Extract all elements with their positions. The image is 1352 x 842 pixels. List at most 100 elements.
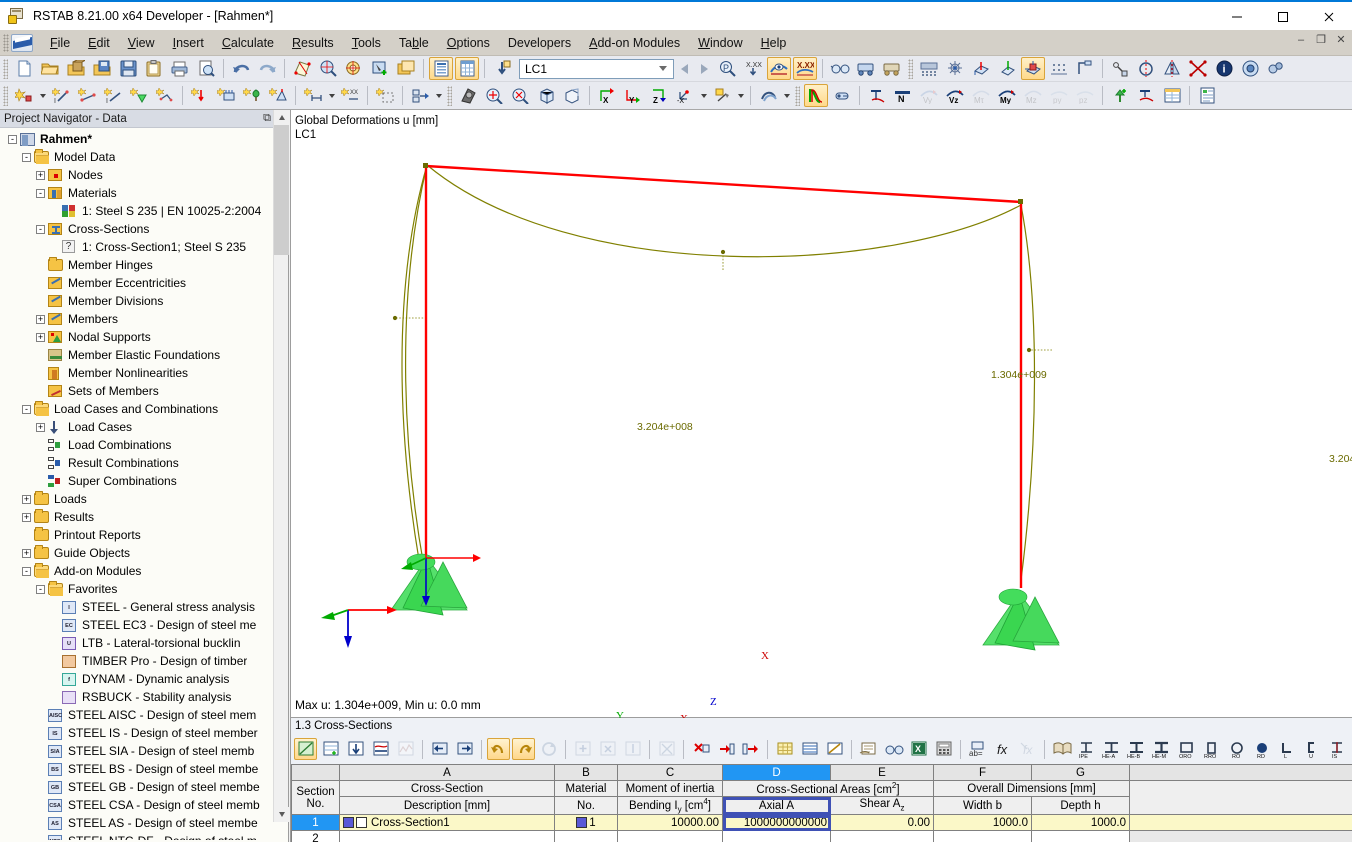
- tree-node[interactable]: + Nodal Supports: [0, 328, 288, 346]
- clipboard-icon[interactable]: [142, 57, 166, 80]
- menu-addon-modules[interactable]: Add-on Modules: [580, 32, 689, 54]
- cell-depth-h[interactable]: [1031, 830, 1130, 842]
- cell-shear-az[interactable]: [830, 830, 934, 842]
- table-graph-icon[interactable]: [394, 738, 417, 760]
- bending-My-icon[interactable]: My: [995, 84, 1019, 107]
- view-perspective-icon[interactable]: [560, 84, 584, 107]
- tree-node[interactable]: I STEEL - General stress analysis: [0, 598, 288, 616]
- table-clear-function-icon[interactable]: fx: [1016, 738, 1039, 760]
- tree-node[interactable]: AS STEEL AS - Design of steel membe: [0, 814, 288, 832]
- table-prev-icon[interactable]: [428, 738, 451, 760]
- render-model-icon[interactable]: [290, 57, 314, 80]
- tree-node[interactable]: AISC STEEL AISC - Design of steel mem: [0, 706, 288, 724]
- menu-window[interactable]: Window: [689, 32, 751, 54]
- navigator-scrollbar[interactable]: [273, 110, 289, 822]
- tree-node[interactable]: U LTB - Lateral-torsional bucklin: [0, 634, 288, 652]
- cell-width-b[interactable]: 1000.0: [933, 814, 1032, 832]
- cell-description[interactable]: [339, 830, 555, 842]
- view-isometric-icon[interactable]: -X: [673, 84, 697, 107]
- new-support-icon[interactable]: [127, 84, 151, 107]
- scroll-down-icon[interactable]: [274, 807, 289, 822]
- tree-node[interactable]: IS STEEL IS - Design of steel member: [0, 724, 288, 742]
- previous-load-case-button[interactable]: [674, 59, 694, 79]
- menu-results[interactable]: Results: [283, 32, 343, 54]
- deformation-display-icon[interactable]: [804, 84, 828, 107]
- shear-force-Vy-icon[interactable]: Vy: [917, 84, 941, 107]
- zoom-rotate-icon[interactable]: [342, 57, 366, 80]
- mirror-icon[interactable]: [1160, 57, 1184, 80]
- show-table-icon[interactable]: [429, 57, 453, 80]
- section-RRO-icon[interactable]: RRO: [1200, 738, 1223, 760]
- toolbar-grip-2[interactable]: [908, 58, 913, 79]
- expand-icon[interactable]: +: [36, 314, 45, 324]
- tree-node[interactable]: CSA STEEL CSA - Design of steel memb: [0, 796, 288, 814]
- nodal-load-icon[interactable]: [188, 84, 212, 107]
- section-HEA-icon[interactable]: HE-A: [1100, 738, 1123, 760]
- table-edit-cell-icon[interactable]: [823, 738, 846, 760]
- member-load-icon[interactable]: [214, 84, 238, 107]
- collapse-icon[interactable]: -: [36, 584, 45, 594]
- col-letter-c[interactable]: C: [617, 764, 723, 781]
- view-dropdown[interactable]: [698, 84, 709, 107]
- glasses-icon[interactable]: [828, 57, 852, 80]
- show-results-icon[interactable]: [767, 57, 791, 80]
- cell-width-b[interactable]: [933, 830, 1032, 842]
- result-table-icon[interactable]: [1160, 84, 1184, 107]
- expand-icon[interactable]: +: [36, 332, 45, 342]
- collapse-icon[interactable]: -: [22, 566, 31, 576]
- select-add-icon[interactable]: [368, 57, 392, 80]
- axial-force-N-icon[interactable]: N: [891, 84, 915, 107]
- torsion-MT-icon[interactable]: Mτ: [969, 84, 993, 107]
- tree-node[interactable]: Result Combinations: [0, 454, 288, 472]
- table-excel-icon[interactable]: X: [907, 738, 930, 760]
- grid-points-icon[interactable]: [1047, 57, 1071, 80]
- expand-icon[interactable]: +: [22, 494, 31, 504]
- menu-developers[interactable]: Developers: [499, 32, 580, 54]
- table-remove-icon[interactable]: [596, 738, 619, 760]
- camera-icon[interactable]: [1238, 57, 1262, 80]
- table-insert-right-icon[interactable]: [739, 738, 762, 760]
- tree-node[interactable]: - Load Cases and Combinations: [0, 400, 288, 418]
- snap-settings-icon[interactable]: [943, 57, 967, 80]
- work-plane-yz-icon[interactable]: [995, 57, 1019, 80]
- chevron-down-icon[interactable]: [655, 60, 670, 78]
- section-U-icon[interactable]: U: [1300, 738, 1323, 760]
- text-annotation-icon[interactable]: XX: [338, 84, 362, 107]
- new-sets-icon[interactable]: [153, 84, 177, 107]
- print-preview-icon[interactable]: [194, 57, 218, 80]
- tree-node[interactable]: 1: Steel S 235 | EN 10025-2:2004: [0, 202, 288, 220]
- pin-icon[interactable]: ⧉: [260, 112, 274, 125]
- tree-node[interactable]: Super Combinations: [0, 472, 288, 490]
- tree-node[interactable]: Member Eccentricities: [0, 274, 288, 292]
- tree-node[interactable]: Sets of Members: [0, 382, 288, 400]
- table-insert-left-icon[interactable]: [714, 738, 737, 760]
- cross-sections-table[interactable]: A B C D E F G Section No. Cross-Section …: [291, 764, 1352, 842]
- tree-node[interactable]: - Materials: [0, 184, 288, 202]
- free-load-icon[interactable]: [266, 84, 290, 107]
- save-as-icon[interactable]: [90, 57, 114, 80]
- menu-options[interactable]: Options: [438, 32, 499, 54]
- new-node-icon[interactable]: [12, 84, 36, 107]
- pz-load-icon[interactable]: pz: [1073, 84, 1097, 107]
- table-row[interactable]: 2: [291, 830, 1352, 842]
- tree-node[interactable]: NTC STEEL NTC-DF - Design of steel m: [0, 832, 288, 840]
- toolbar-grip-5[interactable]: [795, 85, 800, 106]
- table-row[interactable]: 1 Cross-Section1 1 10000.00 100000000000…: [291, 814, 1352, 832]
- render-mode-icon[interactable]: [710, 84, 734, 107]
- solid-model-icon[interactable]: [756, 84, 780, 107]
- print-icon[interactable]: [168, 57, 192, 80]
- view-z-icon[interactable]: Z: [647, 84, 671, 107]
- expand-icon[interactable]: +: [36, 170, 45, 180]
- navigator-tree[interactable]: - Rahmen* - Model Data + Nodes - Materials 1: St…: [0, 128, 288, 840]
- tree-node[interactable]: SIA STEEL SIA - Design of steel memb: [0, 742, 288, 760]
- table-grid-icon[interactable]: [455, 57, 479, 80]
- scroll-thumb[interactable]: [274, 125, 289, 255]
- bending-Mz-icon[interactable]: Mz: [1021, 84, 1045, 107]
- col-letter-a[interactable]: A: [339, 764, 555, 781]
- tree-node[interactable]: + Guide Objects: [0, 544, 288, 562]
- col-letter-g[interactable]: G: [1031, 764, 1130, 781]
- support-view-2-icon[interactable]: [880, 57, 904, 80]
- cell-moment-inertia[interactable]: 10000.00: [617, 814, 723, 832]
- line-tool-icon[interactable]: [1108, 57, 1132, 80]
- tree-node[interactable]: - Rahmen*: [0, 130, 288, 148]
